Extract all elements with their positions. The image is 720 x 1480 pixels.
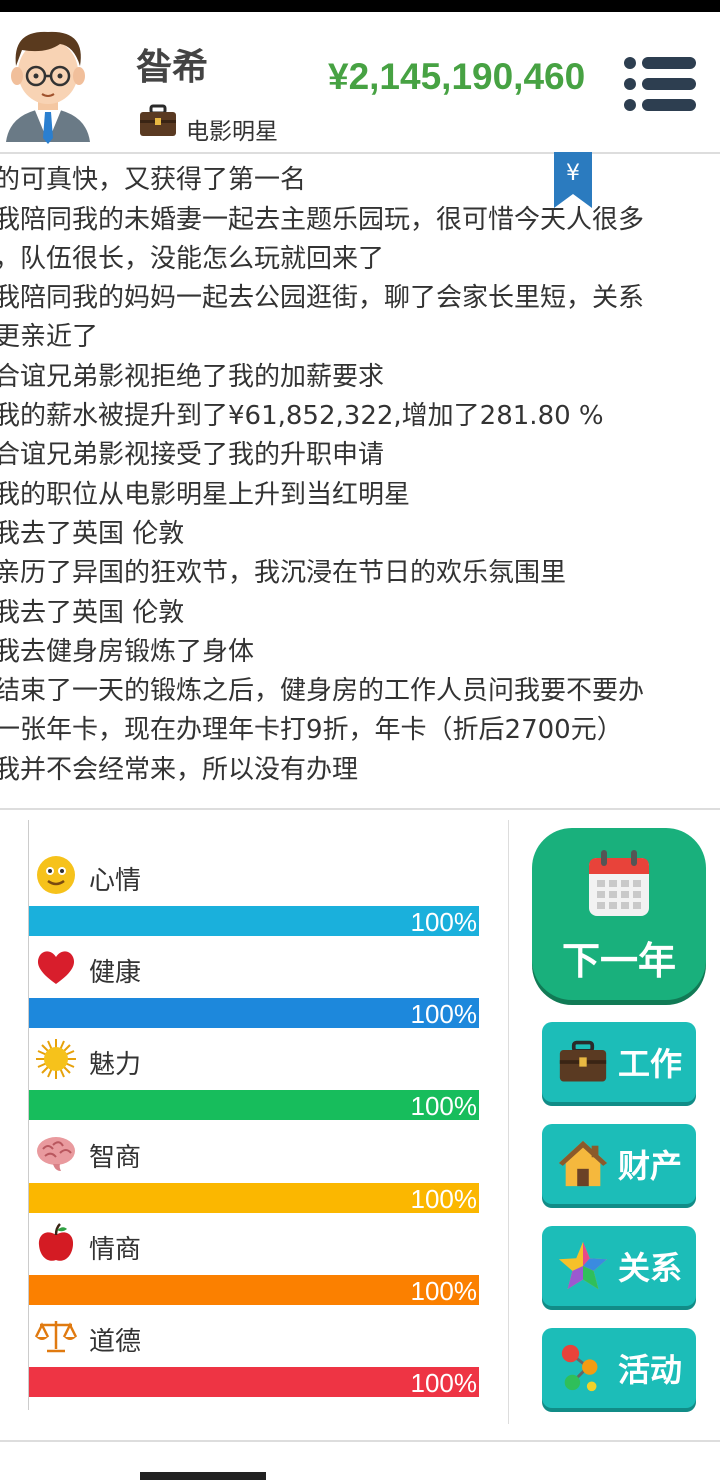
work-label: 工作 [618,1045,683,1083]
sun-icon [35,1038,77,1080]
event-log-line: ，队伍很长，没能怎么玩就回来了 [0,243,385,274]
stat-progress-bar: 100% [29,1274,479,1306]
event-log[interactable]: 我陪同我的哥哥一起去了开心农庄，我双开的了手指能的可真快，又获得了第一名我陪同我… [0,152,720,810]
event-log-line: 亲历了异国的狂欢节，我沉浸在节日的欢乐氛围里 [0,558,567,589]
event-log-line: 我陪同我的哥哥一起去了开心农庄，我双开的了手指能 [0,152,720,161]
event-log-line: 我陪同我的妈妈一起去公园逛街，聊了会家长里短，关系 [0,283,645,314]
stat-row: 魅力 100% [29,1038,481,1128]
stat-row: 健康 100% [29,946,481,1036]
next-year-button[interactable]: 下一年 [532,828,706,1000]
stat-progress-bar: 100% [29,1090,479,1122]
event-log-line: 我的职位从电影明星上升到当红明星 [0,479,411,510]
money-balance: ¥2,145,190,460 [328,56,586,97]
event-log-line: 我的薪水被提升到了¥61,852,322,增加了281.80 % [0,401,604,432]
stat-percent: 100% [410,1275,478,1306]
event-log-list: 我陪同我的哥哥一起去了开心农庄，我双开的了手指能的可真快，又获得了第一名我陪同我… [0,152,720,790]
relations-button[interactable]: 关系 [542,1226,696,1306]
calendar-icon [589,850,649,916]
event-log-line: 合谊兄弟影视拒绝了我的加薪要求 [0,361,385,392]
stat-progress-bar: 100% [29,1367,479,1398]
apple-icon [35,1222,77,1265]
stat-label: 健康 [89,958,142,989]
house-icon [558,1140,608,1187]
menu-icon[interactable] [622,56,698,112]
event-log-line: 更亲近了 [0,322,99,353]
stat-progress-bar: 100% [29,906,479,937]
event-log-line: 我去了英国 伦敦 [0,518,185,549]
event-log-line: 我并不会经常来，所以没有办理 [0,754,359,785]
property-label: 财产 [618,1147,683,1185]
avatar[interactable] [2,20,94,146]
bookmark-symbol: ¥ [566,161,580,186]
event-log-line: 一张年卡，现在办理年卡打9折，年卡（折后2700元） [0,715,623,746]
activity-icon [561,1344,598,1392]
heart-icon [35,946,77,988]
stat-label: 心情 [89,866,142,896]
event-log-line: 我去了英国 伦敦 [0,597,185,628]
stat-progress-bar: 100% [29,998,479,1030]
stat-label: 情商 [89,1234,142,1265]
brain-icon [35,1131,77,1173]
stat-percent: 100% [410,1091,478,1122]
vertical-divider [508,820,509,1424]
stat-row: 心情 100% [29,854,481,944]
event-log-line: 结束了一天的锻炼之后，健身房的工作人员问我要不要办 [0,676,645,707]
stat-row: 道德 100% [29,1315,481,1405]
next-year-label: 下一年 [561,939,676,983]
star-icon [558,1241,608,1290]
stat-row: 情商 100% [29,1222,481,1313]
stat-percent: 100% [410,999,478,1030]
event-log-line: 我陪同我的未婚妻一起去主题乐园玩，很可惜今天人很多 [0,204,645,235]
status-bar [0,0,720,12]
briefcase-icon [140,104,176,136]
event-log-line: 的可真快，又获得了第一名 [0,165,307,196]
stat-row: 智商 100% [29,1131,481,1221]
event-log-line: 我去健身房锻炼了身体 [0,636,255,667]
work-button[interactable]: 工作 [542,1022,696,1102]
stat-progress-bar: 100% [29,1182,479,1214]
bottom-tab-indicator [140,1472,266,1480]
stat-percent: 100% [410,1183,478,1214]
bottom-divider [0,1440,720,1442]
stat-label: 智商 [89,1142,142,1173]
player-name: 昝希 [136,47,209,88]
money-bookmark-icon[interactable]: ¥ [554,152,592,208]
stat-percent: 100% [410,907,478,937]
property-button[interactable]: 财产 [542,1124,696,1204]
activity-label: 活动 [618,1351,683,1389]
event-log-line: 合谊兄弟影视接受了我的升职申请 [0,440,385,471]
job-title: 电影明星 [186,119,278,145]
activity-button[interactable]: 活动 [542,1328,696,1408]
profile-header: 昝希 电影明星 ¥2,145,190,460 [0,12,720,154]
relations-label: 关系 [618,1249,683,1287]
stat-label: 道德 [89,1327,142,1357]
briefcase-icon [559,1040,607,1082]
stat-label: 魅力 [89,1050,142,1081]
stats-panel: 心情 100% 健康 100% 魅力 100% 智商 100% 情商 100% 道德 100% [28,820,509,1410]
stat-percent: 100% [410,1368,478,1398]
scales-icon [35,1315,77,1357]
smiley-icon [35,854,77,896]
